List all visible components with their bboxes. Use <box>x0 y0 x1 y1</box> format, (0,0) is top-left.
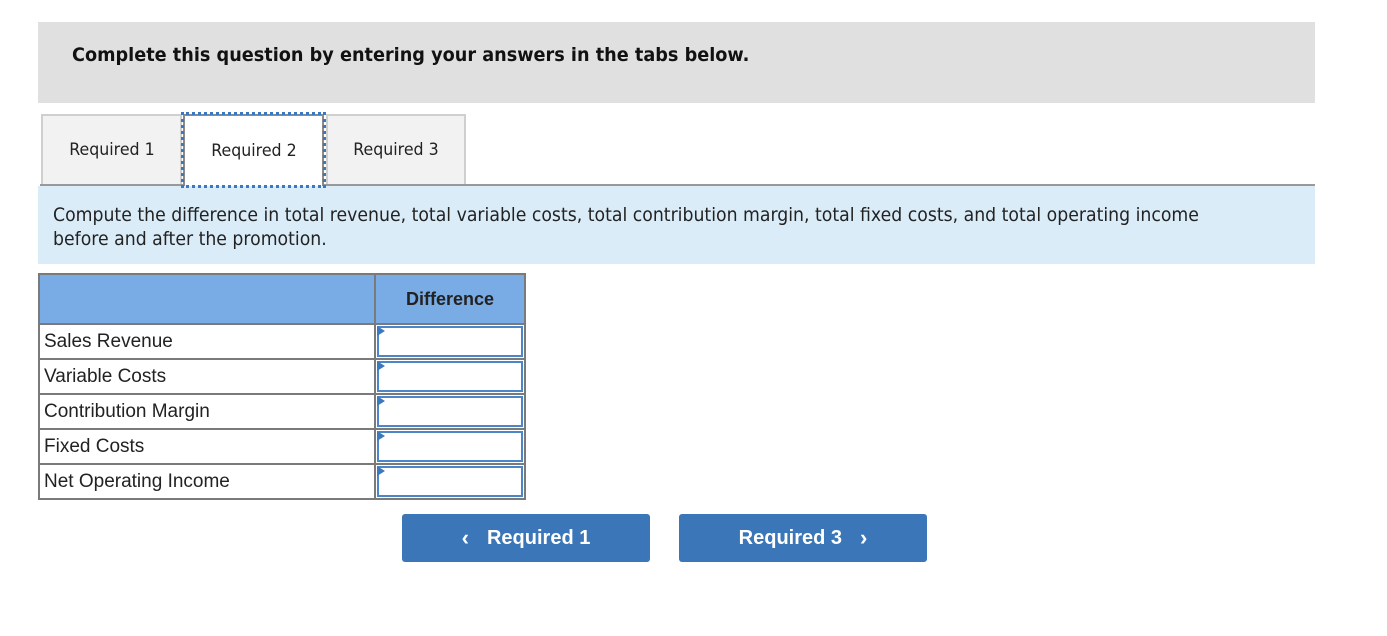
row-label-variable-costs: Variable Costs <box>38 358 376 395</box>
sales-revenue-difference-input[interactable] <box>377 326 523 357</box>
input-marker-icon <box>377 326 385 336</box>
row-label-net-operating-income: Net Operating Income <box>38 463 376 500</box>
table-row: Fixed Costs <box>38 428 526 465</box>
cell-contribution-margin <box>374 393 526 430</box>
table-row: Sales Revenue <box>38 323 526 360</box>
table-header-row: Difference <box>38 273 526 325</box>
input-marker-icon <box>377 361 385 371</box>
instruction-banner: Complete this question by entering your … <box>38 22 1315 103</box>
header-blank <box>38 273 376 325</box>
prev-button-label: Required 1 <box>486 526 591 549</box>
contribution-margin-difference-input[interactable] <box>377 396 523 427</box>
fixed-costs-difference-input[interactable] <box>377 431 523 462</box>
tab-required-3[interactable]: Required 3 <box>326 114 466 184</box>
prev-required-1-button[interactable]: ‹ Required 1 <box>402 514 650 562</box>
question-prompt: Compute the difference in total revenue,… <box>38 186 1315 264</box>
cell-sales-revenue <box>374 323 526 360</box>
input-marker-icon <box>377 396 385 406</box>
chevron-left-icon: ‹ <box>461 525 469 550</box>
instruction-text: Complete this question by entering your … <box>72 44 750 66</box>
tab-label: Required 2 <box>210 141 297 161</box>
input-marker-icon <box>377 431 385 441</box>
row-label-contribution-margin: Contribution Margin <box>38 393 376 430</box>
input-marker-icon <box>377 466 385 476</box>
tab-label: Required 1 <box>68 140 155 160</box>
cell-fixed-costs <box>374 428 526 465</box>
row-label-sales-revenue: Sales Revenue <box>38 323 376 360</box>
table-row: Contribution Margin <box>38 393 526 430</box>
answer-table: Difference Sales Revenue Variable Costs … <box>38 273 526 500</box>
row-label-fixed-costs: Fixed Costs <box>38 428 376 465</box>
tab-required-1[interactable]: Required 1 <box>41 114 182 184</box>
prompt-text: Compute the difference in total revenue,… <box>53 204 1199 250</box>
next-button-label: Required 3 <box>738 526 843 549</box>
variable-costs-difference-input[interactable] <box>377 361 523 392</box>
table-row: Variable Costs <box>38 358 526 395</box>
next-required-3-button[interactable]: Required 3 › <box>679 514 927 562</box>
cell-net-operating-income <box>374 463 526 500</box>
net-operating-income-difference-input[interactable] <box>377 466 523 497</box>
header-difference: Difference <box>374 273 526 325</box>
tab-label: Required 3 <box>353 140 439 160</box>
tab-bar: Required 1 Required 2 Required 3 <box>40 112 1315 188</box>
chevron-right-icon: › <box>860 525 868 550</box>
table-row: Net Operating Income <box>38 463 526 500</box>
tab-required-2[interactable]: Required 2 <box>181 112 326 188</box>
cell-variable-costs <box>374 358 526 395</box>
